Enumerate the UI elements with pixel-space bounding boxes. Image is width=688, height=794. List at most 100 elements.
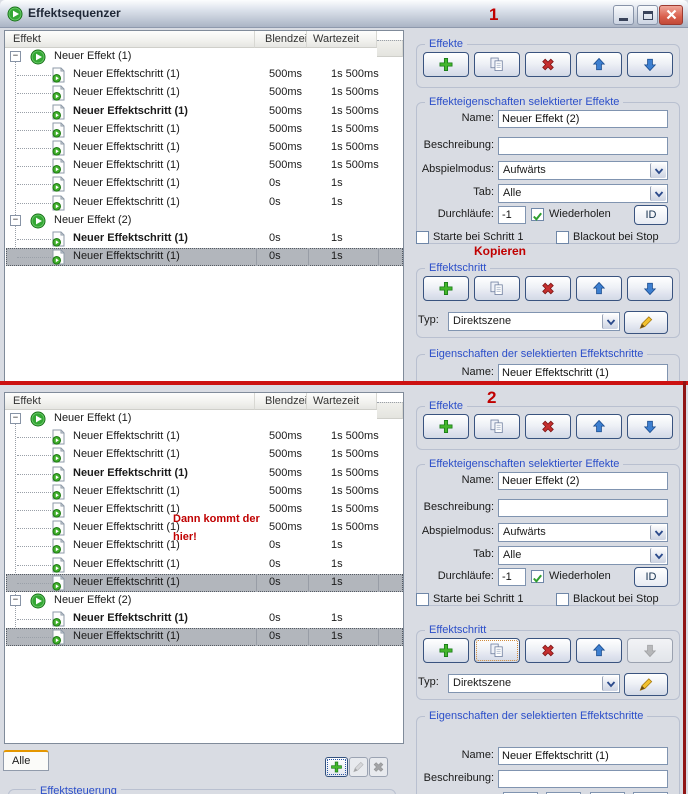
column-header-wartezeit[interactable]: Wartezeit (307, 393, 377, 410)
tree-row-step[interactable]: Neuer Effektschritt (1)500ms1s 500ms (6, 157, 403, 175)
move-effect-up-button[interactable] (576, 414, 622, 439)
tree-collapse-toggle[interactable]: − (10, 595, 21, 606)
wiederholen-checkbox[interactable] (531, 208, 544, 221)
close-button[interactable] (659, 5, 683, 25)
step-file-icon (52, 67, 65, 86)
tree-row-step[interactable]: Neuer Effektschritt (1)0s1s (6, 610, 403, 628)
column-header-wartezeit[interactable]: Wartezeit (307, 31, 377, 48)
delete-tab-button[interactable] (369, 757, 388, 777)
tree-row-effect[interactable]: −Neuer Effekt (2) (6, 592, 403, 610)
maximize-button[interactable] (637, 5, 658, 25)
tree-row-step[interactable]: Neuer Effektschritt (1)500ms1s 500ms (6, 121, 403, 139)
typ-select[interactable]: Direktszene (448, 312, 620, 331)
maximize-icon (643, 11, 653, 20)
tree-row-effect[interactable]: −Neuer Effekt (2) (6, 212, 403, 230)
chevron-down-icon[interactable] (650, 525, 666, 540)
tree-row-step[interactable]: Neuer Effektschritt (1)500ms1s 500ms (6, 483, 403, 501)
copy-step-button[interactable] (474, 638, 520, 663)
tree-row-step[interactable]: Neuer Effektschritt (1)0s1s (6, 175, 403, 193)
move-effect-down-button[interactable] (627, 414, 673, 439)
chevron-down-icon[interactable] (650, 186, 666, 201)
tree-row-step[interactable]: Neuer Effektschritt (1)500ms1s 500ms (6, 66, 403, 84)
list-header: Effekt Blendzeit Wartezeit (5, 31, 403, 48)
delete-effect-button[interactable] (525, 52, 571, 77)
column-header-blendzeit[interactable]: Blendzeit (255, 31, 307, 48)
edit-scene-button[interactable] (624, 311, 668, 334)
blackout-checkbox[interactable] (556, 231, 569, 244)
blendzeit-value: 500ms (269, 430, 302, 442)
chevron-down-icon[interactable] (650, 548, 666, 563)
tab-select[interactable]: Alle (498, 184, 668, 203)
copy-step-button[interactable] (474, 276, 520, 301)
tree-row-step[interactable]: Neuer Effektschritt (1)500ms1s 500ms (6, 139, 403, 157)
chevron-down-icon[interactable] (602, 676, 618, 691)
effect-name-input[interactable] (498, 472, 668, 490)
add-effect-button[interactable] (423, 52, 469, 77)
abspielmodus-select[interactable]: Aufwärts (498, 161, 668, 180)
effect-name-input[interactable] (498, 110, 668, 128)
tree-row-step[interactable]: Neuer Effektschritt (1)500ms1s 500ms (6, 446, 403, 464)
tree-row-step[interactable]: Neuer Effektschritt (1)0s1s (6, 230, 403, 248)
column-header-effekt[interactable]: Effekt (5, 31, 255, 48)
add-effect-button[interactable] (423, 414, 469, 439)
edit-tab-button[interactable] (349, 757, 368, 777)
tree-row-step[interactable]: Neuer Effektschritt (1)0s1s (6, 628, 403, 646)
durchlaeufe-input[interactable] (498, 568, 526, 586)
step-description-input[interactable] (498, 770, 668, 788)
wartezeit-value: 1s (331, 539, 343, 551)
edit-scene-button[interactable] (624, 673, 668, 696)
effect-description-input[interactable] (498, 499, 668, 517)
tree-item-label: Neuer Effektschritt (1) (73, 539, 180, 551)
add-step-button[interactable] (423, 276, 469, 301)
tree-row-step[interactable]: Neuer Effektschritt (1)500ms1s 500ms (6, 428, 403, 446)
titlebar[interactable]: Effektsequenzer (0, 0, 688, 28)
tree-row-step[interactable]: Neuer Effektschritt (1)500ms1s 500ms (6, 84, 403, 102)
delete-step-button[interactable] (525, 276, 571, 301)
chevron-down-icon[interactable] (602, 314, 618, 329)
copy-effect-button[interactable] (474, 52, 520, 77)
minimize-button[interactable] (613, 5, 634, 25)
abspielmodus-select[interactable]: Aufwärts (498, 523, 668, 542)
tree-row-step[interactable]: Neuer Effektschritt (1)500ms1s 500ms (6, 465, 403, 483)
move-step-down-button[interactable] (627, 276, 673, 301)
blackout-checkbox[interactable] (556, 593, 569, 606)
typ-select[interactable]: Direktszene (448, 674, 620, 693)
tree-row-step[interactable]: Neuer Effektschritt (1)0s1s (6, 194, 403, 212)
move-step-up-button[interactable] (576, 638, 622, 663)
tree-row-step[interactable]: Neuer Effektschritt (1)0s1s (6, 537, 403, 555)
column-header-blendzeit[interactable]: Blendzeit (255, 393, 307, 410)
starte-checkbox[interactable] (416, 231, 429, 244)
move-effect-down-button[interactable] (627, 52, 673, 77)
tree-row-step[interactable]: Neuer Effektschritt (1)500ms1s 500ms (6, 103, 403, 121)
starte-checkbox[interactable] (416, 593, 429, 606)
tree-row-step[interactable]: Neuer Effektschritt (1)0s1s (6, 556, 403, 574)
effect-description-input[interactable] (498, 137, 668, 155)
tab-alle[interactable]: Alle (3, 750, 49, 771)
delete-step-button[interactable] (525, 638, 571, 663)
tree-collapse-toggle[interactable]: − (10, 413, 21, 424)
delete-effect-button[interactable] (525, 414, 571, 439)
tree-row-effect[interactable]: −Neuer Effekt (1) (6, 410, 403, 428)
id-button[interactable]: ID (634, 567, 668, 587)
tree-collapse-toggle[interactable]: − (10, 51, 21, 62)
close-icon (666, 8, 677, 23)
tree-collapse-toggle[interactable]: − (10, 215, 21, 226)
copy-effect-button[interactable] (474, 414, 520, 439)
move-effect-up-button[interactable] (576, 52, 622, 77)
column-header-effekt[interactable]: Effekt (5, 393, 255, 410)
add-tab-button[interactable] (325, 757, 348, 777)
effect-controls-2: Effekte Effekteigenschaften selektierter… (412, 406, 688, 794)
effekte-toolbar (416, 52, 680, 77)
chevron-down-icon[interactable] (650, 163, 666, 178)
tree-row-effect[interactable]: −Neuer Effekt (1) (6, 48, 403, 66)
tab-select[interactable]: Alle (498, 546, 668, 565)
move-step-up-button[interactable] (576, 276, 622, 301)
tree-row-step[interactable]: Neuer Effektschritt (1)0s1s (6, 248, 403, 266)
id-button[interactable]: ID (634, 205, 668, 225)
wiederholen-checkbox[interactable] (531, 570, 544, 583)
step-name-input[interactable] (498, 364, 668, 382)
step-name-input[interactable] (498, 747, 668, 765)
tree-row-step[interactable]: Neuer Effektschritt (1)0s1s (6, 574, 403, 592)
add-step-button[interactable] (423, 638, 469, 663)
durchlaeufe-input[interactable] (498, 206, 526, 224)
